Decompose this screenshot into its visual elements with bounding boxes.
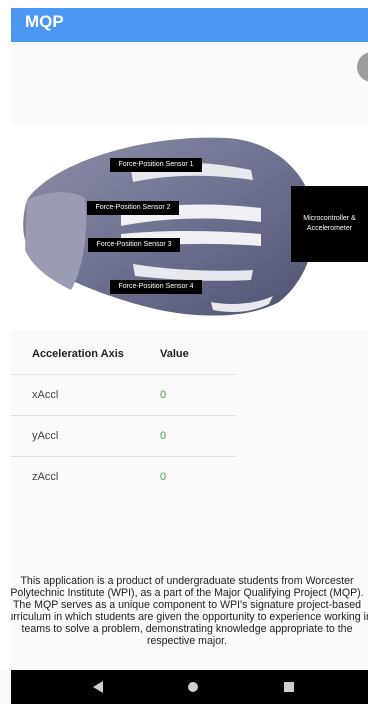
screen-edge (0, 0, 11, 670)
axis-cell: xAccl (32, 389, 59, 401)
table-row: xAccl 0 (11, 374, 236, 415)
column-header-value: Value (160, 348, 189, 360)
recents-icon[interactable] (284, 682, 294, 692)
table-header: Acceleration Axis Value (11, 334, 236, 374)
sensor-4-label: Force-Position Sensor 4 (110, 280, 202, 294)
system-nav-bar (11, 670, 368, 704)
sensor-1-label: Force-Position Sensor 1 (110, 158, 202, 172)
axis-cell: zAccl (32, 471, 59, 483)
about-text: This application is a product of undergr… (11, 575, 368, 647)
home-icon[interactable] (188, 682, 198, 692)
floating-action-button[interactable] (357, 52, 368, 82)
table-row: zAccl 0 (11, 456, 236, 497)
sensor-2-label: Force-Position Sensor 2 (87, 201, 179, 215)
table-row: yAccl 0 (11, 415, 236, 456)
microcontroller-label: Microcontroller & Accelerometer (291, 186, 368, 262)
app-bar: MQP (11, 8, 368, 42)
app-title: MQP (25, 12, 64, 31)
acceleration-table: Acceleration Axis Value xAccl 0 yAccl 0 … (11, 334, 236, 497)
main-content: Force-Position Sensor 1 Force-Position S… (11, 42, 368, 670)
helmet-diagram: Force-Position Sensor 1 Force-Position S… (11, 124, 368, 330)
app-screen: MQP Force-Position Sensor 1 Force-Positi… (0, 0, 368, 704)
sensor-3-label: Force-Position Sensor 3 (88, 238, 180, 252)
value-cell: 0 (160, 389, 167, 401)
value-cell: 0 (160, 430, 167, 442)
column-header-axis: Acceleration Axis (32, 348, 124, 360)
back-icon[interactable] (93, 681, 103, 693)
value-cell: 0 (160, 471, 167, 483)
axis-cell: yAccl (32, 430, 59, 442)
status-bar (0, 0, 368, 8)
